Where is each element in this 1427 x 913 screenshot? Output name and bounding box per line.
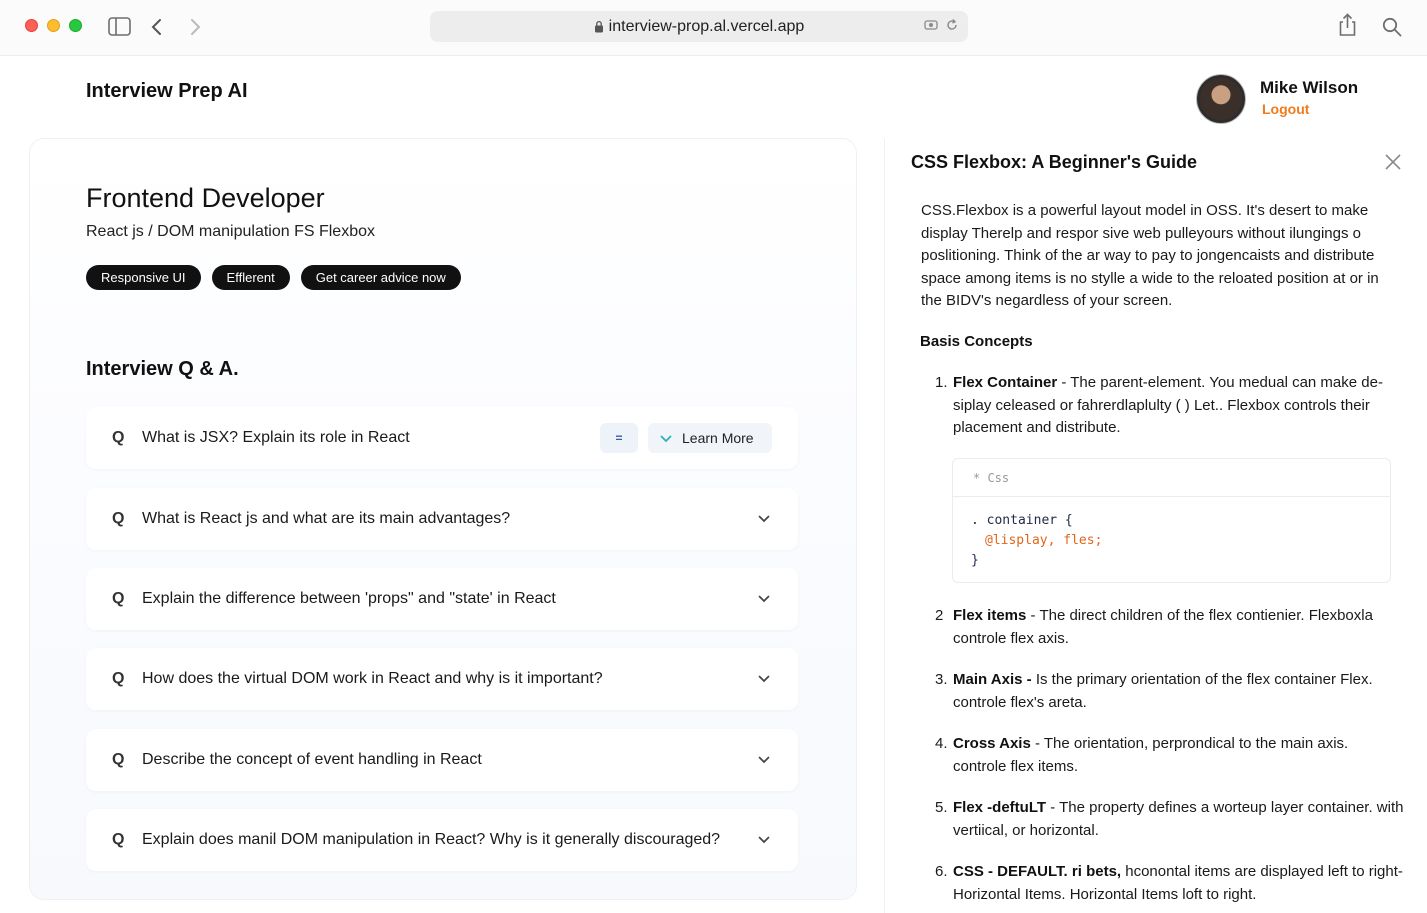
question-icon: Q [112, 590, 125, 607]
chevron-down-icon[interactable] [758, 756, 770, 764]
concept-number: 4. [935, 735, 948, 752]
chevron-down-icon[interactable] [758, 595, 770, 603]
share-icon[interactable] [1338, 13, 1357, 37]
code-line: } [971, 553, 979, 568]
concept-separator: - [1046, 799, 1060, 816]
concept-term: Main Axis - [953, 671, 1032, 688]
question-text: What is JSX? Explain its role in React [142, 429, 410, 446]
question-text: Describe the concept of event handling i… [142, 751, 482, 768]
concept-separator: - [1030, 735, 1044, 752]
question-card-3[interactable]: Q Explain the difference between 'props"… [86, 568, 798, 630]
learn-more-label: Learn More [682, 430, 754, 446]
concept-item: 2 Flex items - The direct children of th… [935, 605, 1405, 650]
question-icon: Q [112, 831, 125, 848]
question-icon: Q [112, 510, 125, 527]
code-language-label: * Css [953, 459, 1390, 497]
concept-number: 2 [935, 607, 944, 624]
chevron-down-icon[interactable] [758, 836, 770, 844]
role-subtitle: React js / DOM manipulation FS Flexbox [86, 223, 375, 240]
pill-career-advice[interactable]: Get career advice now [300, 265, 461, 290]
close-icon[interactable] [1384, 153, 1402, 171]
url-text: interview-prop.al.vercel.app [608, 17, 805, 35]
lock-icon [594, 20, 604, 33]
close-window-button[interactable] [25, 19, 38, 32]
chevron-down-icon[interactable] [758, 675, 770, 683]
avatar[interactable] [1197, 75, 1245, 123]
code-block: * Css . container { @lisplay, fles;} [952, 458, 1391, 583]
concept-separator: - [1057, 374, 1071, 391]
question-icon: Q [112, 670, 125, 687]
reload-icon[interactable] [946, 18, 958, 37]
code-line: @lisplay, fles; [985, 533, 1103, 548]
user-name: Mike Wilson [1260, 78, 1359, 97]
code-line: . container { [971, 513, 1073, 528]
learn-more-button[interactable]: Learn More [648, 423, 772, 453]
concept-item: 1. Flex Container - The parent-element. … [935, 372, 1405, 440]
concept-term: Flex items [953, 607, 1027, 624]
concept-item: 5. Flex -deftuLT - The property defines … [935, 797, 1405, 842]
question-text: Explain the difference between 'props" a… [142, 590, 556, 607]
concept-term: Flex -deftuLT [953, 799, 1047, 816]
pill-responsive-ui[interactable]: Responsive UI [86, 265, 201, 290]
question-text: How does the virtual DOM work in React a… [142, 670, 603, 687]
question-icon: Q [112, 429, 125, 446]
maximize-window-button[interactable] [69, 19, 82, 32]
app-title[interactable]: Interview Prep AI [86, 80, 248, 103]
concept-item: 3. Main Axis - Is the primary orientatio… [935, 669, 1405, 714]
pill-efflerent[interactable]: Efflerent [211, 265, 290, 290]
qa-heading: Interview Q & A. [86, 358, 239, 380]
topic-pills: Responsive UI Efflerent Get career advic… [86, 265, 461, 290]
concept-item: 6. CSS - DEFAULT. ri bets, hconontal ite… [935, 861, 1405, 906]
address-bar[interactable]: interview-prop.al.vercel.app [430, 11, 968, 42]
forward-arrow-icon[interactable] [188, 18, 202, 36]
translate-icon[interactable] [924, 18, 938, 37]
concept-number: 3. [935, 671, 948, 688]
browser-toolbar: interview-prop.al.vercel.app [0, 0, 1427, 56]
chevron-down-icon[interactable] [758, 515, 770, 523]
concept-term: Cross Axis [953, 735, 1031, 752]
question-text: Explain does manil DOM manipulation in R… [142, 831, 721, 848]
question-card-1[interactable]: Q What is JSX? Explain its role in React… [86, 407, 798, 469]
search-icon[interactable] [1382, 17, 1402, 37]
guide-title: CSS Flexbox: A Beginner's Guide [911, 152, 1197, 172]
minimize-window-button[interactable] [47, 19, 60, 32]
concept-item: 4. Cross Axis - The orientation, perpron… [935, 733, 1405, 778]
guide-section-title: Basis Concepts [920, 333, 1033, 350]
chevron-down-icon [660, 430, 672, 446]
question-card-5[interactable]: Q Describe the concept of event handling… [86, 729, 798, 791]
back-arrow-icon[interactable] [150, 18, 164, 36]
concept-separator: - [1026, 607, 1040, 624]
concept-term: CSS - DEFAULT. ri bets, [953, 863, 1122, 880]
concept-number: 1. [935, 374, 948, 391]
concept-number: 5. [935, 799, 948, 816]
question-card-4[interactable]: Q How does the virtual DOM work in React… [86, 648, 798, 710]
sidebar-toggle-icon[interactable] [108, 17, 131, 36]
question-text: What is React js and what are its main a… [142, 510, 511, 527]
pin-button[interactable]: = [600, 423, 638, 453]
concept-term: Flex Container [953, 374, 1058, 391]
question-card-6[interactable]: Q Explain does manil DOM manipulation in… [86, 809, 798, 871]
guide-intro: CSS.Flexbox is a powerful layout model i… [921, 202, 1379, 310]
role-title: Frontend Developer [86, 183, 325, 213]
question-icon: Q [112, 751, 125, 768]
concept-number: 6. [935, 863, 948, 880]
logout-link[interactable]: Logout [1262, 101, 1309, 117]
question-card-2[interactable]: Q What is React js and what are its main… [86, 488, 798, 550]
